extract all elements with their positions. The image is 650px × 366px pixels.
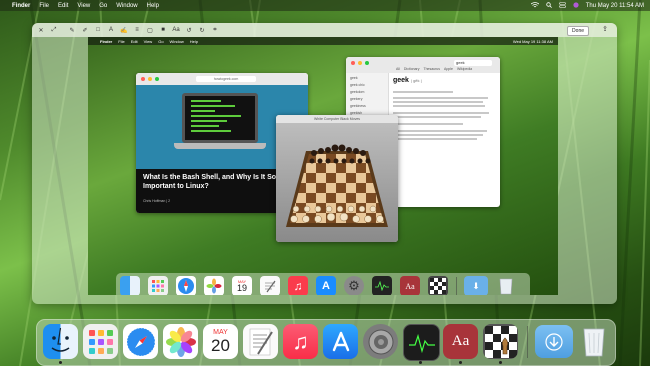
running-indicator bbox=[419, 361, 422, 364]
draw-icon[interactable]: ✐ bbox=[81, 26, 89, 34]
text-style-icon[interactable]: Aa bbox=[172, 26, 180, 34]
dictionary-icon[interactable]: Aa bbox=[443, 324, 478, 359]
sidebar-item: geekiness bbox=[350, 104, 366, 108]
sidebar-item: geek chic bbox=[350, 83, 365, 87]
launchpad-icon bbox=[148, 276, 168, 295]
finder-icon[interactable] bbox=[43, 324, 78, 359]
music-icon[interactable]: ♫ bbox=[283, 324, 318, 359]
text-icon[interactable]: A bbox=[107, 26, 115, 34]
dictionary-headword: geek | gēk | bbox=[393, 77, 422, 84]
system-preferences-icon: ⚙ bbox=[344, 276, 364, 295]
menu-window[interactable]: Window bbox=[116, 3, 137, 9]
sign-icon[interactable]: ✍ bbox=[120, 26, 128, 34]
done-button[interactable]: Done bbox=[567, 26, 589, 36]
sketch-icon[interactable]: ✎ bbox=[68, 26, 76, 34]
downloads-folder-icon: ⬇ bbox=[464, 276, 488, 295]
laptop-illustration bbox=[182, 93, 258, 143]
trash-icon[interactable] bbox=[579, 324, 609, 359]
calendar-day: 20 bbox=[211, 335, 230, 355]
inner-menu-window: Window bbox=[169, 38, 184, 44]
calendar-icon[interactable]: MAY 20 bbox=[203, 324, 238, 359]
activity-monitor-icon bbox=[372, 276, 392, 295]
dock-separator bbox=[527, 326, 528, 358]
dictionary-toolbar: geek All Dictionary Thesaurus Apple Wiki… bbox=[346, 57, 500, 73]
rotate-right-icon[interactable]: ↻ bbox=[198, 26, 206, 34]
chess-icon bbox=[428, 276, 448, 295]
quick-look-toolbar: ✕ ⤢ ✎ ✐ □ A ✍ ≡ ▢ ■ Aa ↺ ↻ ⌗ Done ⇪ bbox=[32, 23, 617, 37]
window-controls-icon bbox=[351, 61, 369, 65]
close-icon[interactable]: ✕ bbox=[37, 26, 45, 34]
control-center-icon[interactable] bbox=[558, 1, 566, 10]
inner-menu-help: Help bbox=[189, 38, 199, 44]
border-color-icon[interactable]: ▢ bbox=[146, 26, 154, 34]
chess-window: White Computer Black Moves bbox=[276, 115, 398, 242]
screenshot-preview: Finder File Edit View Go Window Help Wed… bbox=[88, 37, 558, 295]
fullscreen-icon[interactable]: ⤢ bbox=[50, 26, 58, 34]
activity-monitor-icon[interactable] bbox=[403, 324, 440, 361]
shapes-icon[interactable]: □ bbox=[94, 26, 102, 34]
crop-icon[interactable]: ⌗ bbox=[211, 26, 219, 34]
menu-help[interactable]: Help bbox=[147, 3, 159, 9]
inner-menu-view: View bbox=[143, 38, 153, 44]
menu-file[interactable]: File bbox=[39, 3, 49, 9]
inner-menu-app-name: Finder bbox=[100, 38, 113, 44]
sidebar-item: geekdom bbox=[350, 90, 365, 94]
share-icon[interactable]: ⇪ bbox=[601, 26, 609, 34]
music-icon: ♫ bbox=[288, 276, 308, 295]
rotate-left-icon[interactable]: ↺ bbox=[185, 26, 193, 34]
calendar-icon: MAY 19 bbox=[232, 276, 252, 295]
textedit-icon[interactable] bbox=[243, 324, 278, 359]
article-meta: Chris Hoffman | 2 bbox=[143, 199, 171, 203]
photos-icon[interactable] bbox=[163, 324, 198, 359]
wifi-icon[interactable] bbox=[530, 1, 539, 10]
shape-style-icon[interactable]: ≡ bbox=[133, 26, 141, 34]
browser-toolbar: howtogeek.com bbox=[136, 73, 308, 85]
inner-menu-bar: Finder File Edit View Go Window Help Wed… bbox=[88, 37, 558, 45]
finder-icon bbox=[120, 276, 140, 295]
dictionary-search-field: geek bbox=[454, 60, 492, 66]
inner-menu-file: File bbox=[118, 38, 125, 44]
menu-bar: Finder File Edit View Go Window Help Thu… bbox=[0, 0, 650, 11]
inner-menu-edit: Edit bbox=[130, 38, 138, 44]
trash-icon bbox=[496, 276, 516, 295]
inner-dock: MAY 19 ♫ A ⚙ Aa ⬇ bbox=[116, 273, 530, 295]
inner-menu-go: Go bbox=[158, 38, 164, 44]
safari-icon[interactable] bbox=[123, 324, 158, 359]
menu-view[interactable]: View bbox=[77, 3, 90, 9]
chess-titlebar: White Computer Black Moves bbox=[276, 115, 398, 123]
running-indicator bbox=[499, 361, 502, 364]
menu-clock[interactable]: Thu May 20 11:54 AM bbox=[586, 3, 644, 9]
chess-board bbox=[286, 144, 388, 227]
fill-color-icon[interactable]: ■ bbox=[159, 26, 167, 34]
photos-icon bbox=[204, 276, 224, 295]
inner-menu-clock: Wed May 19 11:38 AM bbox=[512, 38, 553, 44]
sidebar-item: geek bbox=[350, 76, 358, 80]
downloads-folder-icon[interactable] bbox=[535, 325, 573, 358]
sidebar-item: geekery bbox=[350, 97, 363, 101]
browser-url-field: howtogeek.com bbox=[196, 76, 256, 82]
dictionary-icon: Aa bbox=[400, 276, 420, 295]
siri-icon[interactable] bbox=[573, 1, 579, 10]
running-indicator bbox=[59, 361, 62, 364]
safari-icon bbox=[176, 276, 196, 295]
menu-app-name[interactable]: Finder bbox=[12, 3, 30, 9]
system-preferences-icon[interactable] bbox=[363, 324, 398, 359]
menu-go[interactable]: Go bbox=[99, 3, 107, 9]
search-icon[interactable] bbox=[546, 1, 552, 10]
app-store-icon[interactable] bbox=[323, 324, 358, 359]
dock: MAY 20 ♫ Aa bbox=[36, 319, 616, 366]
running-indicator bbox=[459, 361, 462, 364]
textedit-icon bbox=[260, 276, 280, 295]
menu-edit[interactable]: Edit bbox=[58, 3, 68, 9]
app-store-icon: A bbox=[316, 276, 336, 295]
chess-icon[interactable] bbox=[483, 324, 518, 359]
window-controls-icon bbox=[141, 77, 159, 81]
dictionary-tabs: All Dictionary Thesaurus Apple Wikipedia bbox=[396, 67, 473, 71]
launchpad-icon[interactable] bbox=[83, 324, 118, 359]
